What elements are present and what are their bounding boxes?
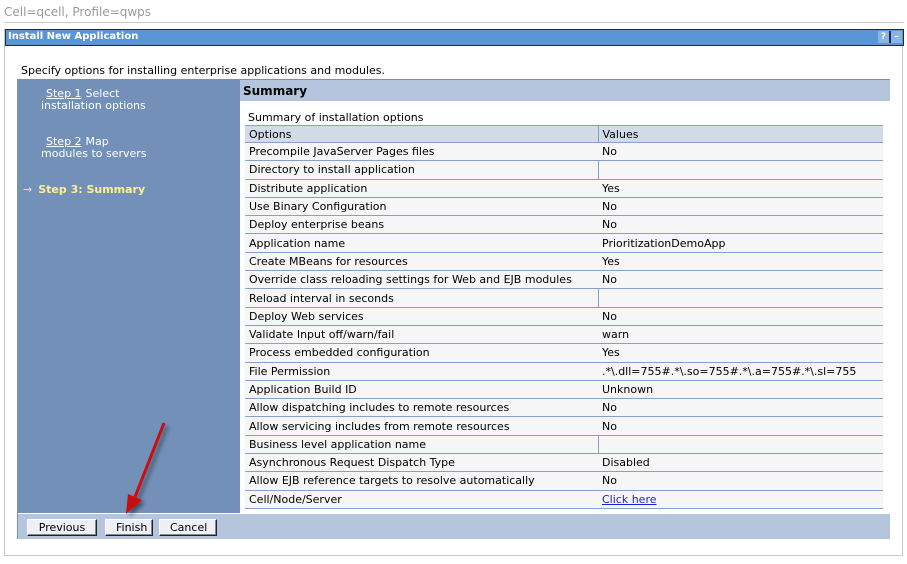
value-cell: No [598,307,883,326]
value-cell: Yes [598,179,883,198]
option-cell: Allow servicing includes from remote res… [245,416,598,436]
option-cell: Asynchronous Request Dispatch Type [245,453,598,473]
value-cell: Yes [598,252,883,272]
table-row: Asynchronous Request Dispatch Type Disabl… [245,453,883,473]
table-row: Directory to install application [245,160,883,180]
help-icon[interactable]: ? [878,31,889,43]
option-cell: Reload interval in seconds [245,288,598,308]
table-row: Distribute application Yes [245,179,883,198]
table-row: Use Binary Configuration No [245,197,883,217]
portlet-titlebar: Install New Application ? – [5,29,904,46]
cell-node-server-link[interactable]: Click here [602,493,657,506]
portlet-title: Install New Application [8,31,139,42]
value-cell: No [598,270,883,290]
option-cell: Application name [245,233,598,253]
option-cell: Allow dispatching includes to remote res… [245,398,598,418]
value-cell [597,435,883,455]
option-cell: Validate Input off/warn/fail [245,325,598,345]
option-cell: Override class reloading settings for We… [245,270,598,290]
wizard-steps-nav: Step 1 Select installation options Step 2… [18,80,239,513]
table-row: File Permission .*\.dll=755#.*\.so=755#.*… [245,362,883,381]
current-step-arrow-icon: → [23,183,33,196]
wizard-step-1: Step 1 Select installation options [41,88,151,112]
column-header-values: Values [597,125,883,143]
install-application-portlet: Install New Application ? – Specify opti… [4,29,904,556]
summary-table: Options Values Precompile JavaServer Pag… [245,125,883,509]
value-cell: Disabled [598,453,883,473]
wizard-button-bar: Previous Finish Cancel [18,513,890,539]
wizard: Step 1 Select installation options Step 2… [17,79,890,539]
option-cell: Use Binary Configuration [245,197,598,217]
option-cell: Directory to install application [245,160,598,180]
minimize-icon[interactable]: – [889,31,902,43]
value-cell: Unknown [598,380,883,400]
value-cell: .*\.dll=755#.*\.so=755#.*\.a=755#.*\.sl=… [598,362,883,381]
value-cell: No [598,215,883,235]
value-cell: PrioritizationDemoApp [598,233,883,253]
value-cell: Click here [598,490,883,509]
option-cell: Business level application name [245,435,598,455]
table-row: Deploy enterprise beans No [245,215,883,235]
step-3-label: Step 3: Summary [38,183,146,196]
table-row: Precompile JavaServer Pages files No [245,142,883,162]
cancel-button[interactable]: Cancel [159,519,217,536]
option-cell: Deploy Web services [245,307,598,326]
context-breadcrumb: Cell=qcell, Profile=qwps [4,5,152,19]
summary-caption: Summary of installation options [248,111,424,124]
option-cell: Cell/Node/Server [245,490,598,509]
intro-text: Specify options for installing enterpris… [21,64,386,77]
value-cell [597,288,883,308]
divider [4,22,904,23]
summary-heading: Summary [240,80,890,101]
table-row: Override class reloading settings for We… [245,270,883,290]
table-row: Cell/Node/Server Click here [245,490,883,509]
table-row: Business level application name [245,435,883,455]
column-header-options: Options [245,125,598,143]
table-row: Validate Input off/warn/fail warn [245,325,883,345]
value-cell: No [598,416,883,436]
option-cell: Deploy enterprise beans [245,215,598,235]
value-cell: No [598,197,883,217]
value-cell: No [598,471,883,491]
summary-panel: Summary Summary of installation options … [239,80,890,513]
table-row: Allow dispatching includes to remote res… [245,398,883,418]
table-row: Create MBeans for resources Yes [245,252,883,272]
wizard-step-2: Step 2 Map modules to servers [41,136,151,160]
value-cell [597,160,883,180]
previous-button[interactable]: Previous [27,519,97,536]
wizard-step-3-current: → Step 3: Summary [23,184,183,196]
value-cell: Yes [598,343,883,363]
value-cell: No [598,142,883,162]
value-cell: warn [598,325,883,345]
table-row: Application Build ID Unknown [245,380,883,400]
option-cell: Precompile JavaServer Pages files [245,142,598,162]
finish-button[interactable]: Finish [105,519,153,536]
table-row: Reload interval in seconds [245,288,883,308]
option-cell: File Permission [245,362,598,381]
value-cell: No [598,398,883,418]
table-row: Application name PrioritizationDemoApp [245,233,883,253]
option-cell: Create MBeans for resources [245,252,598,272]
table-row: Deploy Web services No [245,307,883,326]
table-row: Process embedded configuration Yes [245,343,883,363]
option-cell: Application Build ID [245,380,598,400]
option-cell: Distribute application [245,179,598,198]
option-cell: Process embedded configuration [245,343,598,363]
option-cell: Allow EJB reference targets to resolve a… [245,471,598,491]
table-row: Allow servicing includes from remote res… [245,416,883,436]
table-row: Allow EJB reference targets to resolve a… [245,471,883,491]
table-header-row: Options Values [245,125,883,143]
